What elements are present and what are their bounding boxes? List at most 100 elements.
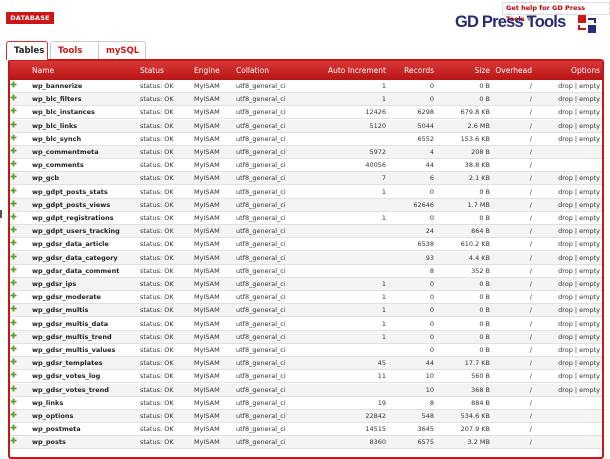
- table-options[interactable]: drop | empty: [546, 186, 600, 198]
- table-collation: utf8_general_ci: [236, 412, 286, 420]
- expand-icon[interactable]: [10, 319, 17, 326]
- expand-icon[interactable]: [10, 305, 17, 312]
- table-name: wp_blc_synch: [32, 134, 82, 143]
- expand-icon[interactable]: [10, 147, 17, 154]
- table-options[interactable]: drop | empty: [546, 238, 600, 250]
- table-options[interactable]: drop | empty: [546, 357, 600, 369]
- col-name[interactable]: Name: [32, 61, 54, 80]
- table-overhead: /: [529, 280, 532, 288]
- expand-icon[interactable]: [10, 213, 17, 220]
- expand-icon[interactable]: [10, 292, 17, 299]
- expand-icon[interactable]: [10, 239, 17, 246]
- col-status[interactable]: Status: [140, 61, 164, 80]
- table-engine: MyISAM: [194, 306, 220, 315]
- table-status: status: OK: [140, 306, 174, 315]
- table-status: status: OK: [140, 253, 174, 262]
- table-options[interactable]: drop | empty: [546, 265, 600, 277]
- table-row: wp_gdsr_ips status: OK MyISAM utf8_general_…: [10, 278, 602, 291]
- expand-icon[interactable]: [10, 107, 17, 114]
- table-collation: utf8_general_ci: [236, 161, 286, 170]
- table-row: wp_gdsr_multis status: OK MyISAM utf8_gener…: [10, 304, 602, 318]
- expand-icon[interactable]: [10, 121, 17, 128]
- table-collation: utf8_general_ci: [236, 253, 286, 262]
- expand-icon[interactable]: [10, 398, 17, 405]
- table-options[interactable]: drop | empty: [546, 212, 600, 224]
- table-options[interactable]: drop | empty: [546, 93, 600, 105]
- col-records[interactable]: Records: [388, 61, 434, 80]
- table-engine: MyISAM: [194, 438, 220, 447]
- table-options[interactable]: drop | empty: [546, 252, 600, 264]
- expand-icon[interactable]: [10, 279, 17, 286]
- table-options[interactable]: drop | empty: [546, 278, 600, 290]
- tab-tables[interactable]: Tables: [6, 41, 48, 60]
- expand-icon[interactable]: [10, 332, 17, 339]
- table-engine: MyISAM: [194, 412, 220, 420]
- expand-icon[interactable]: [10, 160, 17, 167]
- table-options[interactable]: drop | empty: [546, 120, 600, 132]
- expand-icon[interactable]: [10, 385, 17, 392]
- tab-tools[interactable]: Tools: [50, 41, 100, 59]
- col-options[interactable]: Options: [546, 61, 600, 80]
- col-collation[interactable]: Collation: [236, 61, 269, 80]
- expand-icon[interactable]: [10, 253, 17, 260]
- table-row: wp_blc_links status: OK MyISAM utf8_general…: [10, 119, 602, 133]
- tab-mysql[interactable]: mySQL: [98, 41, 146, 59]
- expand-icon[interactable]: [10, 173, 17, 180]
- table-size: 0 B: [479, 95, 490, 104]
- table-size: 153.6 KB: [460, 134, 490, 143]
- expand-icon[interactable]: [10, 345, 17, 352]
- table-size: 352 B: [471, 266, 490, 275]
- table-engine: MyISAM: [194, 214, 220, 222]
- table-options[interactable]: drop | empty: [546, 291, 600, 303]
- table-status: status: OK: [140, 359, 174, 368]
- table-status: status: OK: [140, 332, 174, 341]
- expand-icon[interactable]: [10, 134, 17, 141]
- table-options[interactable]: drop | empty: [546, 199, 600, 211]
- table-status: status: OK: [140, 319, 174, 328]
- table-collation: utf8_general_ci: [236, 227, 286, 236]
- table-engine: MyISAM: [194, 121, 220, 130]
- table-options[interactable]: drop | empty: [546, 318, 600, 330]
- expand-icon[interactable]: [10, 226, 17, 233]
- expand-icon[interactable]: [10, 411, 17, 418]
- table-options[interactable]: drop | empty: [546, 370, 600, 382]
- expand-icon[interactable]: [10, 94, 17, 101]
- col-size[interactable]: Size: [436, 61, 490, 80]
- table-options[interactable]: drop | empty: [546, 133, 600, 145]
- expand-icon[interactable]: [10, 187, 17, 194]
- expand-icon[interactable]: [10, 358, 17, 365]
- expand-icon[interactable]: [10, 424, 17, 431]
- table-options[interactable]: drop | empty: [546, 172, 600, 184]
- table-status: status: OK: [140, 385, 174, 394]
- table-row: wp_blc_filters status: OK MyISAM utf8_gener…: [10, 93, 602, 107]
- table-row: wp_gdpt_registrations status: OK MyISAM utf…: [10, 212, 602, 225]
- table-status: status: OK: [140, 346, 174, 354]
- expand-icon[interactable]: [10, 200, 17, 207]
- table-options[interactable]: drop | empty: [546, 80, 600, 92]
- table-records: 0: [429, 95, 434, 104]
- expand-icon[interactable]: [10, 81, 17, 88]
- table-options[interactable]: drop | empty: [546, 384, 600, 396]
- table-options[interactable]: drop | empty: [546, 106, 600, 118]
- col-engine[interactable]: Engine: [194, 61, 220, 80]
- table-status: status: OK: [140, 121, 174, 130]
- table-overhead: /: [529, 240, 532, 249]
- table-records: 24: [425, 227, 434, 236]
- expand-icon[interactable]: [10, 266, 17, 273]
- table-overhead: /: [529, 82, 532, 90]
- table-options[interactable]: drop | empty: [546, 225, 600, 237]
- table-status: status: OK: [140, 161, 174, 170]
- table-options[interactable]: drop | empty: [546, 344, 600, 356]
- table-collation: utf8_general_ci: [236, 108, 286, 117]
- table-records: 0: [429, 82, 434, 90]
- table-options[interactable]: drop | empty: [546, 304, 600, 316]
- table-options[interactable]: drop | empty: [546, 331, 600, 343]
- expand-icon[interactable]: [10, 371, 17, 378]
- table-status: status: OK: [140, 214, 174, 222]
- expand-icon[interactable]: [10, 437, 17, 444]
- col-auto-increment[interactable]: Auto Increment: [310, 61, 386, 80]
- col-overhead[interactable]: Overhead: [494, 61, 532, 80]
- table-engine: MyISAM: [194, 148, 220, 156]
- table-size: 38.8 KB: [464, 161, 490, 170]
- table-records: 10: [425, 385, 434, 394]
